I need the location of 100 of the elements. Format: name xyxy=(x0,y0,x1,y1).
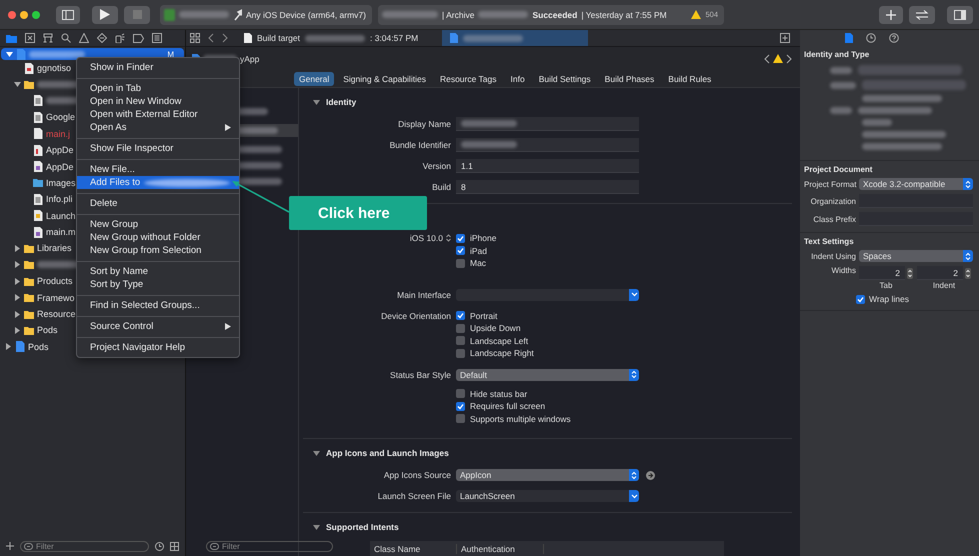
back-chevron-icon[interactable] xyxy=(764,54,770,64)
go-arrow-icon[interactable] xyxy=(646,470,655,480)
checkbox[interactable] xyxy=(456,402,465,411)
stepper-icon[interactable] xyxy=(446,234,451,242)
file-name[interactable]: Pods xyxy=(37,325,58,336)
menu-item[interactable]: Add Files to xyxy=(77,176,239,189)
settings-tab[interactable]: Resource Tags xyxy=(434,72,502,86)
collapsed-triangle-icon[interactable] xyxy=(14,326,20,334)
settings-tab[interactable]: Build Rules xyxy=(663,72,716,86)
settings-tab[interactable]: Build Settings xyxy=(534,72,596,86)
checkbox[interactable] xyxy=(456,324,465,333)
menu-item[interactable]: Open in New Window xyxy=(77,95,239,108)
expanded-triangle-icon[interactable] xyxy=(6,50,12,58)
run-button[interactable] xyxy=(92,6,118,24)
settings-tab[interactable]: General xyxy=(294,72,334,86)
number-field[interactable]: 2 xyxy=(917,266,963,280)
collapsed-triangle-icon[interactable] xyxy=(14,244,20,252)
menu-item[interactable]: Source Control xyxy=(77,320,239,333)
file-name[interactable]: Framewo xyxy=(37,292,75,303)
expanded-triangle-icon[interactable] xyxy=(14,81,20,88)
text-field[interactable]: 8 xyxy=(456,180,639,194)
popup-button[interactable]: Xcode 3.2-compatible xyxy=(859,178,973,190)
popup-button[interactable]: AppIcon xyxy=(456,469,639,481)
dropdown-field[interactable] xyxy=(456,288,639,300)
warning-icon[interactable] xyxy=(773,54,783,63)
menu-item[interactable]: Open As xyxy=(77,121,239,134)
disclosure-triangle-icon[interactable] xyxy=(313,450,320,456)
checkbox[interactable] xyxy=(456,414,465,424)
search-icon[interactable] xyxy=(61,33,71,43)
menu-item[interactable]: Open with External Editor xyxy=(77,108,239,121)
file-name[interactable]: Info.pli xyxy=(46,194,73,204)
swap-button[interactable] xyxy=(909,6,935,24)
file-name[interactable]: main.m xyxy=(46,227,76,238)
breadcrumb[interactable]: yApp xyxy=(240,54,260,64)
minimize-button[interactable] xyxy=(20,10,28,18)
checkbox[interactable] xyxy=(456,336,465,346)
menu-item[interactable]: Sort by Name xyxy=(77,265,239,278)
file-name[interactable]: AppDe xyxy=(46,162,74,172)
file-name[interactable]: Products xyxy=(37,276,73,286)
stop-button[interactable] xyxy=(124,6,150,24)
disclosure-triangle-icon[interactable] xyxy=(313,524,320,530)
checkbox[interactable] xyxy=(856,294,865,304)
number-field[interactable]: 2 xyxy=(859,266,905,280)
menu-item[interactable]: New Group from Selection xyxy=(77,244,239,257)
popup-button[interactable]: Default xyxy=(456,368,639,380)
column-header[interactable]: Class Name xyxy=(370,544,457,554)
file-name[interactable]: AppDe xyxy=(46,145,74,156)
forward-chevron-icon[interactable] xyxy=(222,33,228,43)
menu-item[interactable]: Find in Selected Groups... xyxy=(77,299,239,312)
collapsed-triangle-icon[interactable] xyxy=(14,294,20,302)
menu-item[interactable]: Show File Inspector xyxy=(77,142,239,155)
menu-item[interactable]: New Group without Folder xyxy=(77,231,239,244)
close-button[interactable] xyxy=(8,10,16,18)
file-name[interactable]: Images xyxy=(46,178,76,188)
file-icon[interactable] xyxy=(844,33,852,43)
tag-icon[interactable] xyxy=(133,34,144,42)
filter-field[interactable]: Filter xyxy=(206,540,333,552)
collapsed-triangle-icon[interactable] xyxy=(14,278,20,285)
collapsed-triangle-icon[interactable] xyxy=(14,310,20,318)
settings-tab[interactable]: Build Phases xyxy=(600,72,660,86)
file-name[interactable]: Resource xyxy=(37,309,76,320)
popup-button[interactable]: Spaces xyxy=(859,250,973,262)
warning-icon[interactable] xyxy=(79,33,89,43)
menu-item[interactable]: Delete xyxy=(77,197,239,210)
clock-icon[interactable] xyxy=(866,33,876,43)
text-field[interactable] xyxy=(456,117,639,131)
file-name[interactable]: Launch xyxy=(46,210,76,221)
menu-item[interactable]: Open in Tab xyxy=(77,82,239,95)
settings-tab[interactable]: Signing & Capabilities xyxy=(338,72,431,86)
inspector-toggle-button[interactable] xyxy=(947,6,973,24)
file-name[interactable]: ggnotiso xyxy=(37,63,72,74)
menu-item[interactable]: New Group xyxy=(77,218,239,231)
grid-icon[interactable] xyxy=(190,33,200,43)
file-name[interactable]: Google xyxy=(46,112,76,122)
menu-item[interactable]: Show in Finder xyxy=(77,61,239,74)
editor-tab[interactable] xyxy=(442,30,588,46)
hierarchy-icon[interactable] xyxy=(43,33,53,43)
checkbox[interactable] xyxy=(456,389,465,398)
checkbox[interactable] xyxy=(456,234,465,243)
disclosure-triangle-icon[interactable] xyxy=(313,98,320,106)
checkbox[interactable] xyxy=(456,311,465,320)
file-name[interactable]: Libraries xyxy=(37,243,72,254)
diamond-icon[interactable] xyxy=(97,33,107,43)
close-box-icon[interactable] xyxy=(25,33,35,43)
dropdown-field[interactable]: LaunchScreen xyxy=(456,490,639,502)
text-field[interactable]: 1.1 xyxy=(456,159,639,173)
forward-chevron-icon[interactable] xyxy=(786,54,792,64)
add-button[interactable] xyxy=(879,6,903,24)
collapsed-triangle-icon[interactable] xyxy=(4,343,12,350)
menu-item[interactable]: Sort by Type xyxy=(77,278,239,291)
collapsed-triangle-icon[interactable] xyxy=(14,261,20,268)
spray-icon[interactable] xyxy=(115,33,125,43)
help-icon[interactable] xyxy=(888,33,898,43)
clock-icon[interactable] xyxy=(155,542,164,550)
settings-tab[interactable]: Info xyxy=(506,72,530,86)
checkbox[interactable] xyxy=(456,258,465,268)
column-header[interactable]: Authentication xyxy=(457,544,544,554)
add-editor-icon[interactable] xyxy=(780,33,790,43)
filter-field[interactable]: Filter xyxy=(20,540,149,552)
grid-icon[interactable] xyxy=(170,542,179,550)
